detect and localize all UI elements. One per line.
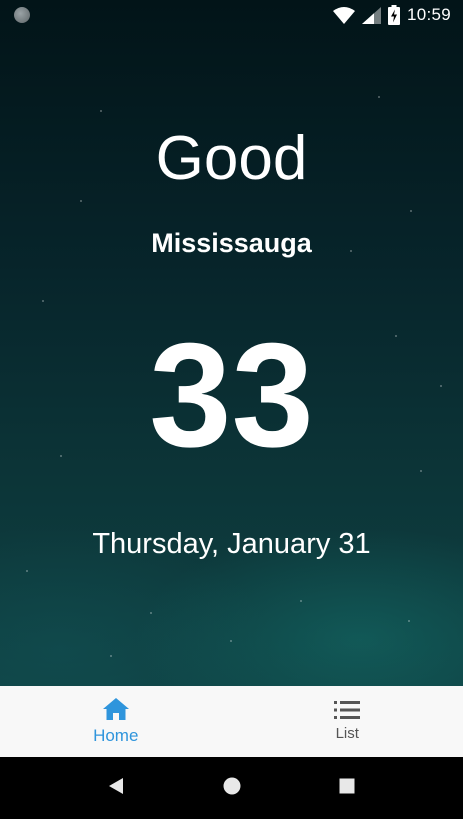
notification-icon: [14, 7, 30, 23]
home-circle-icon[interactable]: [222, 776, 242, 796]
cell-signal-icon: [361, 6, 381, 24]
list-icon: [334, 701, 361, 719]
greeting-text: Good: [155, 124, 308, 193]
temperature-value: 33: [149, 313, 314, 478]
app-screen: 10:59 Good Mississauga 33 Thursday, Janu…: [0, 0, 463, 819]
recents-icon[interactable]: [338, 776, 356, 796]
android-navigation-bar: [0, 757, 463, 819]
back-icon[interactable]: [107, 776, 125, 796]
wifi-icon: [332, 6, 355, 24]
status-clock: 10:59: [406, 5, 451, 24]
current-date: Thursday, January 31: [92, 528, 371, 560]
home-icon: [102, 697, 129, 720]
status-icons: 10:59: [332, 4, 451, 26]
status-bar: 10:59: [0, 0, 463, 30]
tab-home-label: Home: [93, 725, 139, 745]
bottom-tab-bar: Home List: [0, 686, 463, 757]
city-name: Mississauga: [151, 228, 312, 258]
tab-home[interactable]: Home: [0, 686, 232, 757]
battery-charging-icon: [387, 5, 400, 25]
tab-list-label: List: [335, 725, 359, 742]
tab-list[interactable]: List: [232, 686, 463, 757]
